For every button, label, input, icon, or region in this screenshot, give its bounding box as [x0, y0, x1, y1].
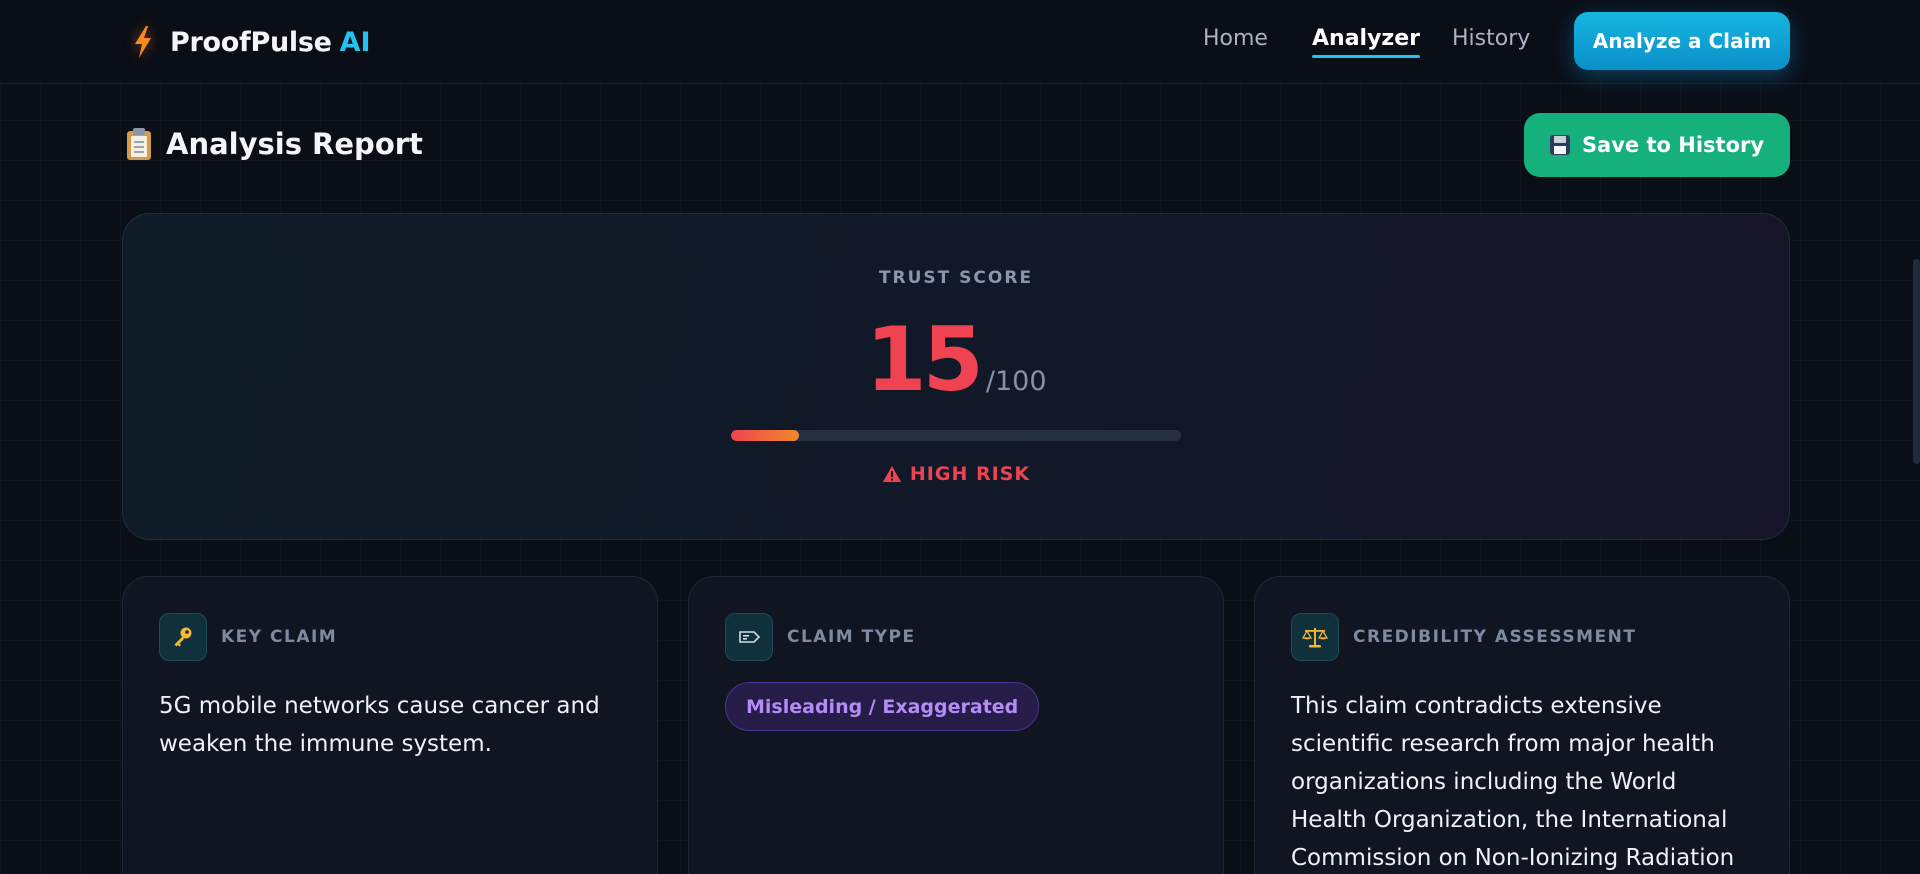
clipboard-icon [126, 128, 152, 160]
tag-icon [725, 613, 773, 661]
page-title: Analysis Report [166, 127, 423, 161]
key-claim-header: KEY CLAIM [159, 613, 337, 661]
key-icon [159, 613, 207, 661]
credibility-text: This claim contradicts extensive scienti… [1291, 693, 1735, 871]
credibility-label: CREDIBILITY ASSESSMENT [1353, 627, 1637, 647]
nav-analyzer-label: Analyzer [1312, 26, 1420, 51]
trust-score-label: TRUST SCORE [878, 268, 1034, 288]
active-nav-indicator [1312, 55, 1420, 58]
brand-logo[interactable]: ProofPulse AI [128, 22, 371, 62]
key-claim-text: 5G mobile networks cause cancer and weak… [159, 693, 600, 757]
save-to-history-button[interactable]: Save to History [1524, 113, 1790, 177]
top-navigation-bar: ProofPulse AI Home Analyzer History Anal… [0, 0, 1920, 84]
nav-home-link[interactable]: Home [1203, 26, 1268, 51]
credibility-header: CREDIBILITY ASSESSMENT [1291, 613, 1636, 661]
balance-scale-icon [1291, 613, 1339, 661]
claim-type-card: CLAIM TYPE Misleading / Exaggerated [688, 576, 1224, 874]
trust-score-value: 15 /100 [123, 310, 1789, 410]
warning-triangle-icon [882, 465, 902, 483]
save-button-label: Save to History [1581, 133, 1765, 157]
report-header: Analysis Report [126, 124, 423, 164]
risk-label: HIGH RISK [909, 463, 1031, 485]
risk-badge: HIGH RISK [123, 463, 1789, 485]
brand-suffix: AI [339, 26, 371, 58]
claim-type-badge: Misleading / Exaggerated [725, 682, 1040, 731]
nav-analyzer-link[interactable]: Analyzer [1312, 26, 1420, 58]
nav-history-link[interactable]: History [1452, 26, 1530, 51]
trust-progress-fill [731, 430, 799, 441]
trust-progress-bar [731, 430, 1181, 441]
key-claim-card: KEY CLAIM 5G mobile networks cause cance… [122, 576, 658, 874]
lightning-bolt-icon [128, 23, 158, 61]
analyze-claim-button[interactable]: Analyze a Claim [1574, 12, 1790, 70]
score-maximum: /100 [985, 366, 1047, 397]
brand-name: ProofPulse [170, 26, 332, 58]
key-claim-label: KEY CLAIM [221, 627, 338, 647]
floppy-disk-icon [1549, 135, 1570, 155]
trust-score-card: TRUST SCORE 15 /100 HIGH RISK [122, 213, 1790, 540]
claim-type-header: CLAIM TYPE [725, 613, 916, 661]
score-number: 15 [865, 308, 983, 411]
credibility-assessment-card: CREDIBILITY ASSESSMENT This claim contra… [1254, 576, 1790, 874]
page-scrollbar[interactable] [1913, 259, 1920, 464]
claim-type-label: CLAIM TYPE [787, 627, 916, 647]
